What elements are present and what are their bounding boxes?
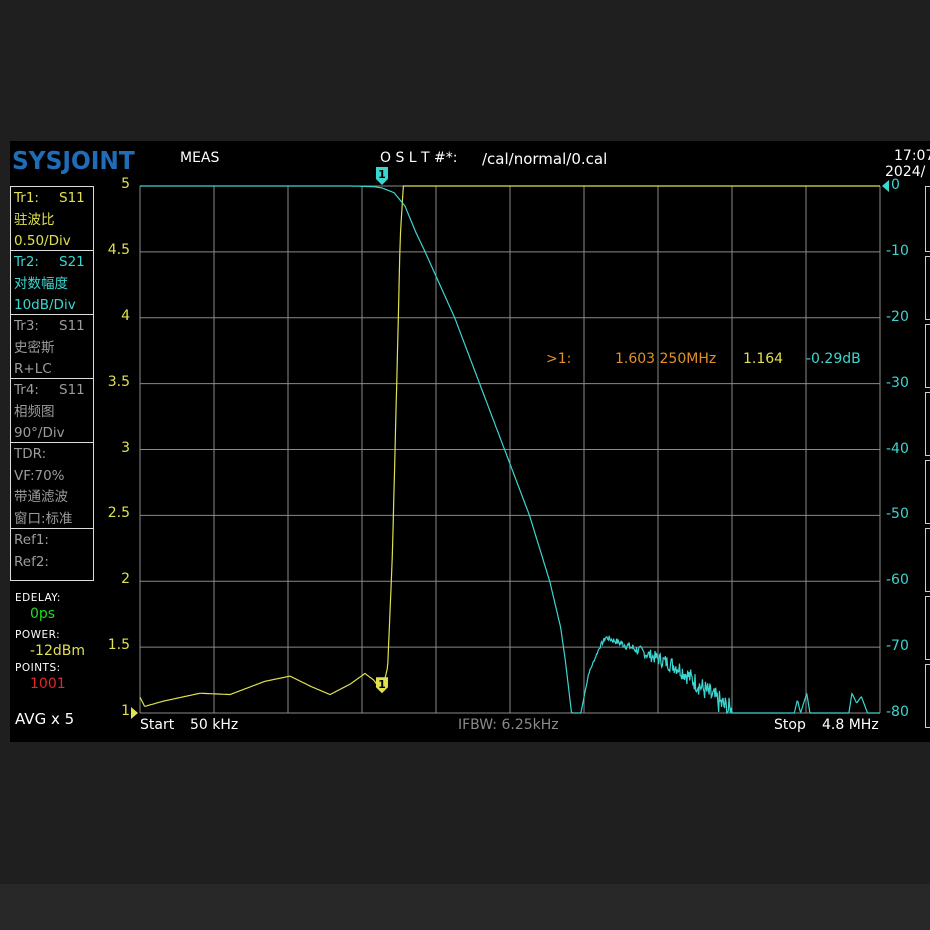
right-panel-box[interactable] xyxy=(925,392,930,456)
left-axis-tick: 4.5 xyxy=(107,241,130,258)
right-panel-box[interactable] xyxy=(925,460,930,524)
power-label: POWER: xyxy=(15,629,61,641)
cal-file[interactable]: /cal/normal/0.cal xyxy=(482,150,607,168)
right-axis-tick: -70 xyxy=(886,638,909,655)
left-axis-tick: 1.5 xyxy=(107,637,130,654)
marker-tr1-value: 1.164 xyxy=(743,351,784,367)
left-axis-tick: 2.5 xyxy=(107,505,130,522)
right-reference-arrow-icon xyxy=(882,180,889,192)
stop-label: Stop xyxy=(774,717,806,733)
right-panel-box[interactable] xyxy=(925,324,930,388)
right-axis-tick: -60 xyxy=(886,572,909,589)
averaging-label: AVG x 5 xyxy=(15,710,75,728)
marker-frequency[interactable]: 1.603 250MHz xyxy=(615,351,716,367)
right-axis-tick: -40 xyxy=(886,440,909,457)
start-label: Start xyxy=(140,717,175,733)
right-axis-tick: -80 xyxy=(886,704,909,720)
stop-frequency[interactable]: 4.8 MHz xyxy=(822,717,879,733)
right-panel-box[interactable] xyxy=(925,256,930,320)
right-axis-tick: 0 xyxy=(891,177,900,193)
right-axis-tick: -20 xyxy=(886,308,909,325)
left-axis-tick: 4 xyxy=(121,307,130,324)
left-axis-tick: 1 xyxy=(121,703,130,719)
points-label: POINTS: xyxy=(15,662,61,674)
left-axis-tick: 3 xyxy=(121,439,130,456)
ifbw-value[interactable]: IFBW: 6.25kHz xyxy=(458,717,559,733)
clock-time: 17:07 xyxy=(894,148,930,164)
tdr-box[interactable]: TDR: VF:70% 带通滤波 窗口:标准 xyxy=(10,442,94,529)
right-panel-box[interactable] xyxy=(925,186,930,252)
cal-label: O S L T #*: xyxy=(380,150,458,166)
marker-tr2-value: -0.29dB xyxy=(806,351,861,367)
edelay-value[interactable]: 0ps xyxy=(30,606,55,622)
trace-4-box[interactable]: Tr4: S11 相频图 90°/Div xyxy=(10,378,94,443)
trace-1-box[interactable]: Tr1: S11 驻波比 0.50/Div xyxy=(10,186,94,251)
edelay-label: EDELAY: xyxy=(15,592,61,604)
marker-1-tr2-number: 1 xyxy=(378,168,386,181)
start-frequency[interactable]: 50 kHz xyxy=(190,717,238,733)
left-axis-tick: 3.5 xyxy=(107,373,130,390)
right-panel-box[interactable] xyxy=(925,664,930,728)
left-axis-tick: 5 xyxy=(121,176,130,192)
mode-label[interactable]: MEAS xyxy=(180,150,219,166)
marker-label: >1: xyxy=(546,351,572,367)
left-axis-tick: 2 xyxy=(121,571,130,588)
right-axis-tick: -30 xyxy=(886,374,909,391)
brand-logo: SYSJOINT xyxy=(12,146,135,175)
trace-3-box[interactable]: Tr3: S11 史密斯 R+LC xyxy=(10,314,94,379)
power-value[interactable]: -12dBm xyxy=(30,643,85,659)
right-axis-tick: -10 xyxy=(886,242,909,259)
right-panel-box[interactable] xyxy=(925,596,930,660)
marker-1-tr1-number: 1 xyxy=(378,678,386,691)
right-axis-tick: -50 xyxy=(886,506,909,523)
right-panel-box[interactable] xyxy=(925,528,930,592)
points-value[interactable]: 1001 xyxy=(30,676,66,692)
ref-box[interactable]: Ref1: Ref2: xyxy=(10,528,94,581)
left-reference-arrow-icon xyxy=(131,707,138,719)
trace-2-box[interactable]: Tr2: S21 对数幅度 10dB/Div xyxy=(10,250,94,315)
chart-plot: 11 xyxy=(131,167,889,719)
